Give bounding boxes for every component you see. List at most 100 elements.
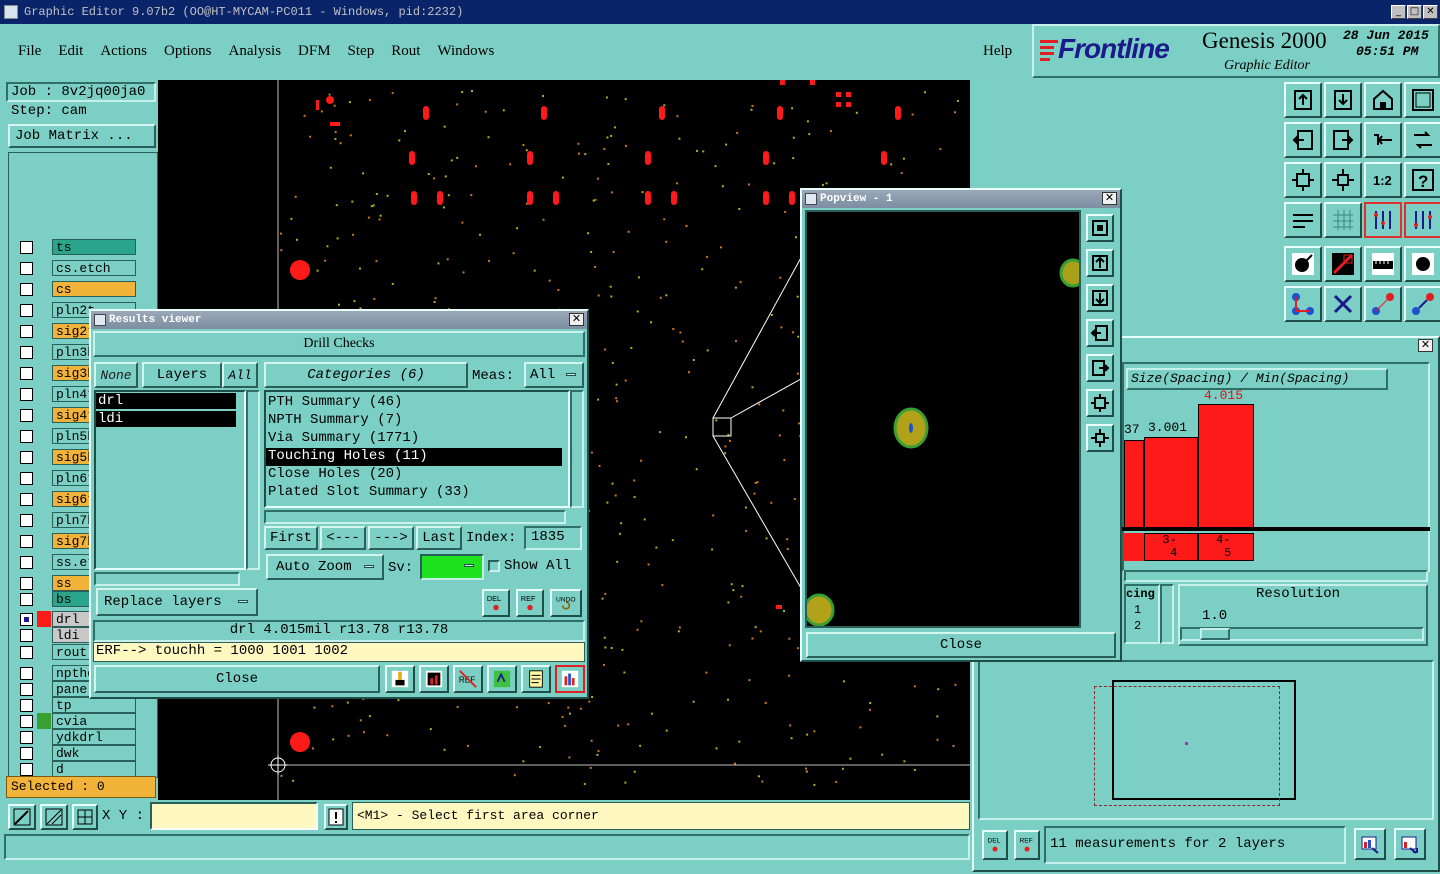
result-layer-drl[interactable]: drl (96, 393, 236, 409)
zoom-in-icon[interactable] (1324, 162, 1362, 198)
category-item[interactable]: PTH Summary (46) (266, 394, 562, 412)
layer-row-cs.etch[interactable]: cs.etch (18, 259, 138, 277)
spacing-item-1[interactable]: 1 (1126, 602, 1158, 618)
layer-checkbox[interactable] (20, 576, 33, 590)
popview-pan-up-icon[interactable] (1086, 249, 1114, 277)
layer-checkbox[interactable] (20, 261, 33, 275)
layer-color-swatch[interactable] (37, 761, 51, 777)
layer-color-swatch[interactable] (37, 591, 51, 607)
layer-checkbox[interactable] (20, 450, 33, 464)
histogram-ref-icon[interactable]: REF (1014, 830, 1040, 860)
layer-color-swatch[interactable] (37, 554, 51, 570)
spacing-list[interactable]: cing 1 2 (1124, 584, 1160, 644)
menu-dfm[interactable]: DFM (298, 43, 331, 60)
layer-checkbox[interactable] (20, 592, 33, 606)
undo-icon[interactable]: UNDO (550, 589, 582, 617)
layer-checkbox[interactable] (20, 324, 33, 338)
popview-close-icon[interactable]: ✕ (1102, 192, 1117, 205)
replace-layers-dropdown[interactable]: Replace layers (96, 588, 258, 616)
show-all-checkbox[interactable] (488, 560, 500, 572)
ref-cancel-icon[interactable]: REF (453, 665, 483, 693)
layer-checkbox[interactable] (20, 282, 33, 296)
layer-checkbox[interactable] (20, 730, 33, 744)
histogram-report-icon[interactable] (1354, 828, 1386, 860)
menu-actions[interactable]: Actions (100, 43, 147, 60)
results-close-icon[interactable]: ✕ (569, 313, 584, 326)
histogram-bar-1[interactable] (1144, 437, 1198, 528)
layer-checkbox[interactable] (20, 513, 33, 527)
pad-flash-icon[interactable] (385, 665, 415, 693)
layer-checkbox[interactable] (20, 387, 33, 401)
layer-color-swatch[interactable] (37, 239, 51, 255)
pan-right-icon[interactable] (1324, 122, 1362, 158)
pan-down-icon[interactable] (1324, 82, 1362, 118)
popview-zoom-in-icon[interactable] (1086, 424, 1114, 452)
layer-name[interactable]: tp (52, 697, 136, 713)
layer-color-swatch[interactable] (37, 729, 51, 745)
layer-color-swatch[interactable] (37, 260, 51, 276)
layer-color-swatch[interactable] (37, 533, 51, 549)
layer-name[interactable]: cs.etch (52, 260, 136, 276)
menu-help[interactable]: Help (983, 43, 1012, 60)
notes-icon[interactable] (521, 665, 551, 693)
layer-color-swatch[interactable] (37, 681, 51, 697)
layer-checkbox[interactable] (20, 628, 33, 642)
layer-color-swatch[interactable] (37, 323, 51, 339)
home-view-icon[interactable] (1364, 82, 1402, 118)
popview-pan-right-icon[interactable] (1086, 354, 1114, 382)
zoom-out-icon[interactable] (1284, 162, 1322, 198)
layer-color-swatch[interactable] (37, 745, 51, 761)
layer-color-swatch[interactable] (37, 491, 51, 507)
minimize-button[interactable]: _ (1391, 5, 1406, 19)
cross-measure-icon[interactable] (1324, 286, 1362, 322)
histogram-view-icon[interactable] (555, 665, 585, 693)
zoom-mode-dropdown[interactable]: Auto Zoom (266, 554, 384, 580)
menu-options[interactable]: Options (164, 43, 212, 60)
category-item[interactable]: Plated Slot Summary (33) (266, 484, 562, 502)
layer-checkbox[interactable] (20, 240, 33, 254)
layer-checkbox[interactable] (20, 746, 33, 760)
histogram-export-icon[interactable] (1394, 828, 1426, 860)
layer-color-swatch[interactable] (37, 713, 51, 729)
category-hscroll[interactable] (264, 510, 566, 524)
alert-icon[interactable] (324, 804, 348, 830)
layer-checkbox[interactable] (20, 492, 33, 506)
histogram-hscroll[interactable] (1124, 570, 1428, 582)
layer-color-swatch[interactable] (37, 449, 51, 465)
job-matrix-button[interactable]: Job Matrix ... (8, 124, 156, 148)
result-layer-ldi[interactable]: ldi (96, 411, 236, 427)
xy-input[interactable] (150, 802, 318, 830)
scale-one-to-two-icon[interactable]: 1:2 (1364, 162, 1402, 198)
select-area-icon[interactable] (8, 804, 36, 830)
layer-checkbox[interactable] (20, 682, 33, 696)
zoom-one-icon[interactable] (1364, 122, 1402, 158)
grid-snap-icon[interactable] (72, 804, 98, 830)
menu-analysis[interactable]: Analysis (229, 43, 282, 60)
layer-color-swatch[interactable] (37, 344, 51, 360)
layer-color-swatch[interactable] (37, 470, 51, 486)
layer-name[interactable]: dwk (52, 745, 136, 761)
first-button[interactable]: First (264, 526, 318, 550)
zoom-home-icon[interactable] (1284, 82, 1322, 118)
measure-pad-icon[interactable] (1284, 246, 1322, 282)
last-button[interactable]: Last (416, 526, 462, 550)
layer-color-swatch[interactable] (37, 386, 51, 402)
popview-zoom-home-icon[interactable] (1086, 214, 1114, 242)
spacing-item-2[interactable]: 2 (1126, 618, 1158, 634)
histogram-bar-2[interactable] (1198, 404, 1254, 528)
menu-rout[interactable]: Rout (391, 43, 420, 60)
spacing-vscroll[interactable] (1160, 584, 1174, 644)
layer-checkbox[interactable] (20, 534, 33, 548)
prev-button[interactable]: <--- (320, 526, 366, 550)
help-query-icon[interactable]: ? (1404, 162, 1440, 198)
layers-none-button[interactable]: None (94, 362, 138, 388)
layer-checkbox[interactable] (20, 762, 33, 776)
dot-measure-icon[interactable] (1404, 246, 1440, 282)
layers-button[interactable]: Layers (142, 362, 222, 388)
ref-marker-icon[interactable]: REF (516, 589, 544, 617)
step-count-icon[interactable] (487, 665, 517, 693)
layer-checkbox[interactable] (20, 471, 33, 485)
histogram-bar-0[interactable] (1124, 440, 1144, 528)
center-to-center-icon[interactable] (1404, 286, 1440, 322)
menu-edit[interactable]: Edit (58, 43, 83, 60)
